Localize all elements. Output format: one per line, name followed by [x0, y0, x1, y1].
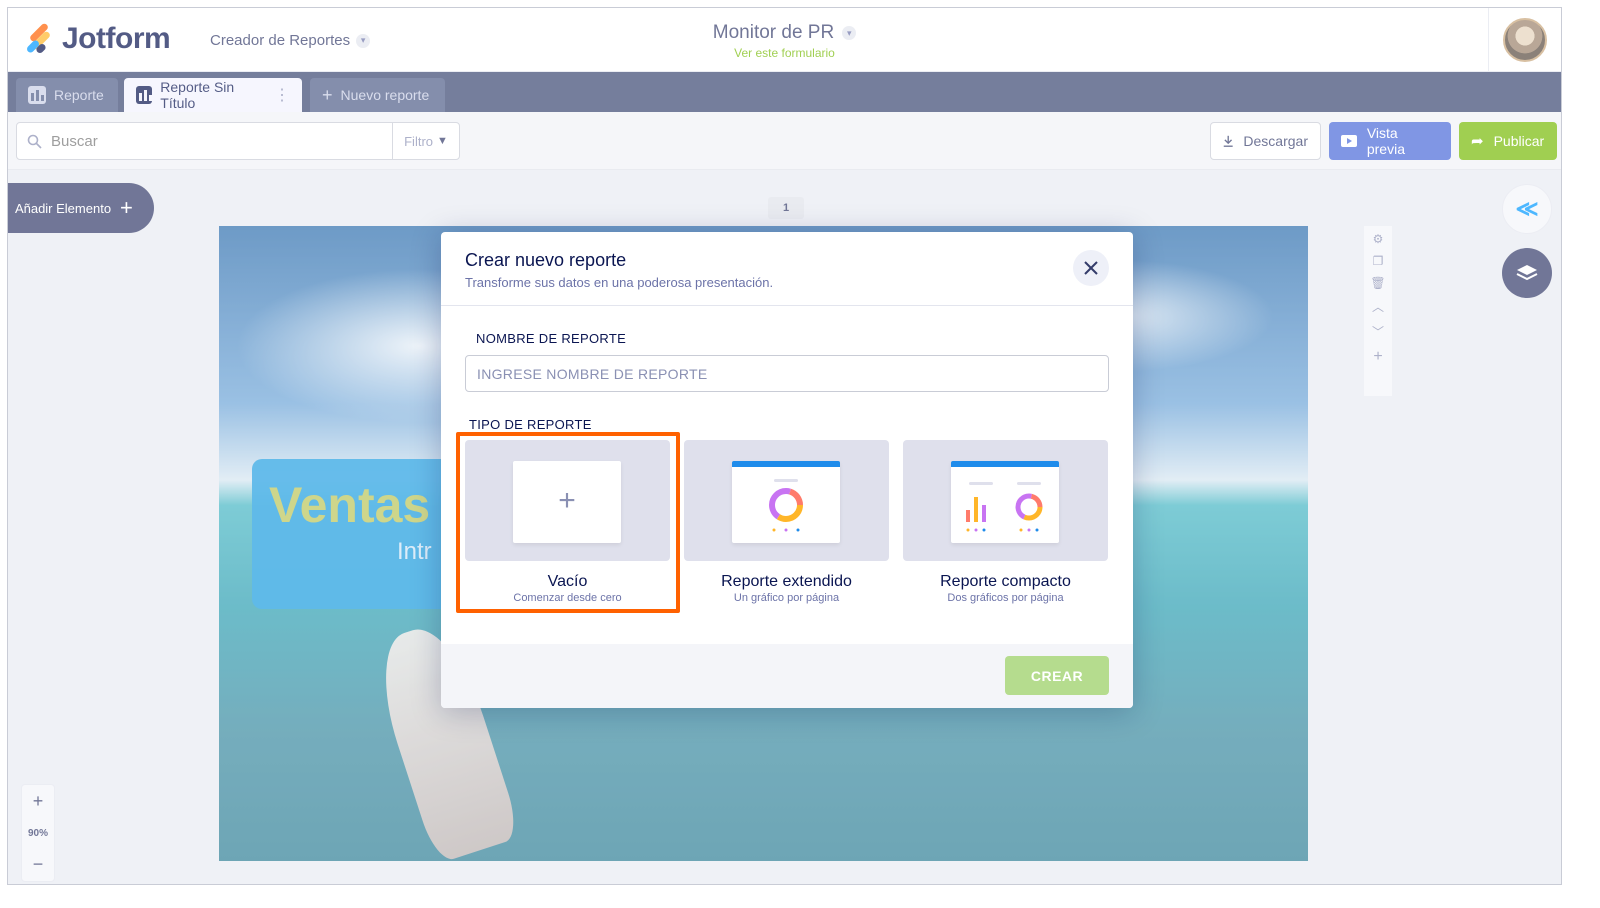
report-type-label: TIPO DE REPORTE [469, 417, 592, 432]
compact-report-preview [951, 461, 1059, 543]
donut-chart-icon [769, 479, 803, 532]
plus-icon: + [558, 484, 576, 517]
option-reporte-extendido[interactable]: Reporte extendido Un gráfico por página [684, 440, 889, 604]
close-button[interactable] [1073, 250, 1109, 286]
bar-and-donut-chart-icon [966, 482, 1043, 532]
create-button[interactable]: CREAR [1005, 656, 1109, 695]
option-name: Reporte extendido [721, 573, 852, 590]
option-name: Reporte compacto [940, 573, 1071, 590]
option-name: Vacío [547, 573, 588, 590]
blank-page-preview: + [513, 461, 621, 543]
report-name-input[interactable] [465, 355, 1109, 392]
option-description: Un gráfico por página [733, 592, 840, 604]
modal-subtitle: Transforme sus datos en una poderosa pre… [465, 275, 774, 290]
modal-header: Crear nuevo reporte Transforme sus datos… [441, 232, 1133, 306]
modal-title: Crear nuevo reporte [465, 250, 627, 270]
option-reporte-compacto[interactable]: Reporte compacto Dos gráficos por página [903, 440, 1108, 604]
option-thumbnail: + [465, 440, 670, 561]
option-thumbnail [903, 440, 1108, 561]
extended-report-preview [732, 461, 840, 543]
report-name-label: NOMBRE DE REPORTE [476, 331, 627, 346]
create-report-modal: Crear nuevo reporte Transforme sus datos… [441, 232, 1133, 708]
close-icon [1084, 261, 1098, 275]
modal-footer: CREAR [441, 644, 1133, 708]
option-thumbnail [684, 440, 889, 561]
app-window: Jotform Creador de Reportes ▾ Monitor de… [7, 7, 1562, 885]
option-vacio[interactable]: + Vacío Comenzar desde cero [465, 440, 670, 604]
option-description: Comenzar desde cero [513, 592, 622, 604]
option-description: Dos gráficos por página [947, 592, 1064, 604]
